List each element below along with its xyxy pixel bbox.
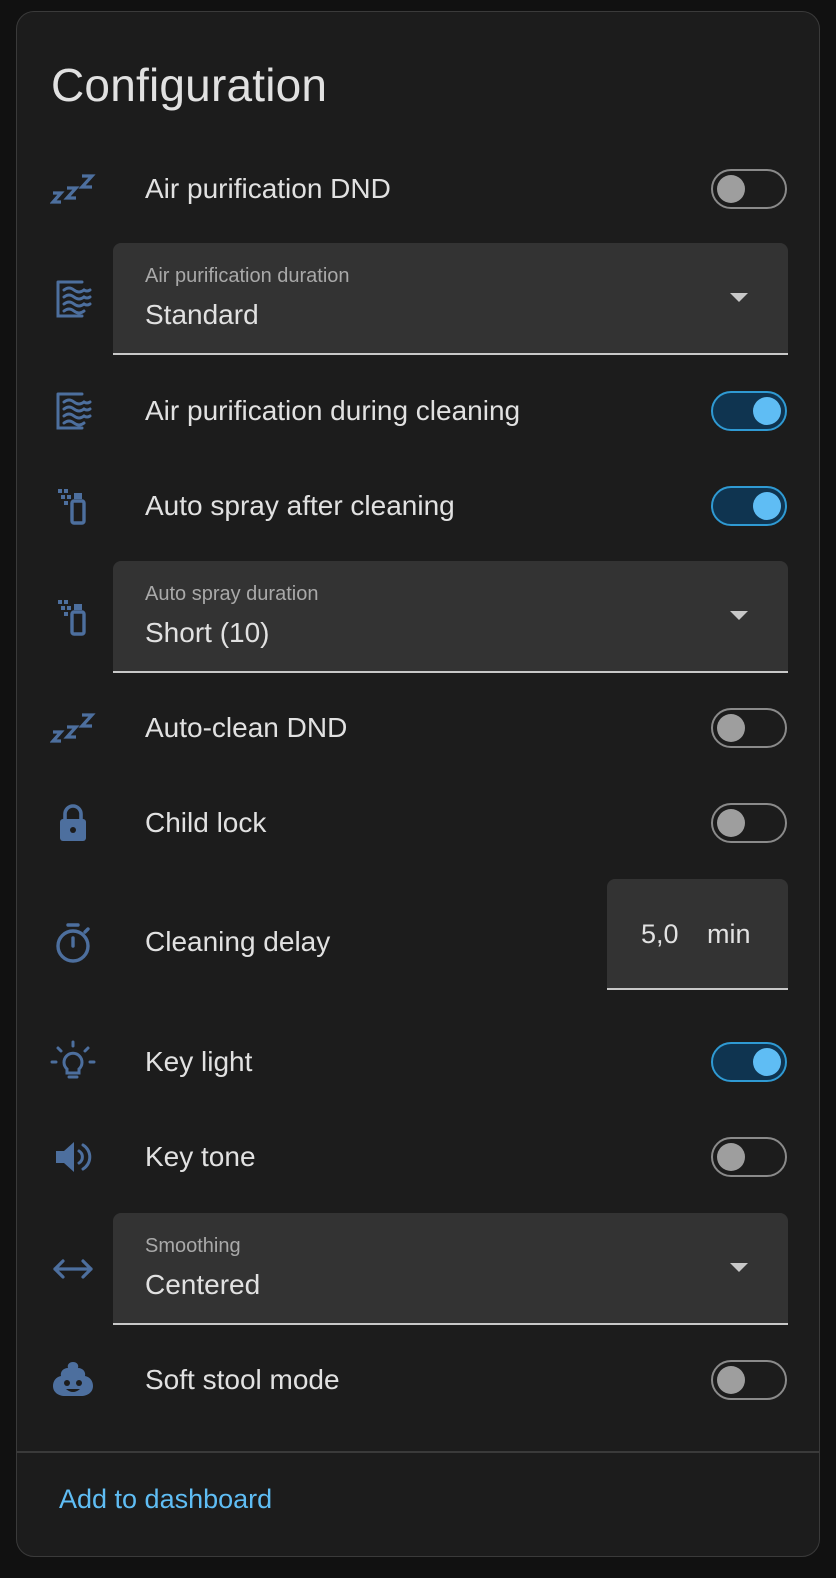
row-cleaning-delay: Cleaning delay 5,0 min	[17, 879, 819, 990]
air-filter-icon	[47, 273, 99, 325]
air-purification-duration-select[interactable]: Air purification duration Standard	[113, 243, 788, 355]
row-key-light: Key light	[17, 1036, 819, 1088]
row-child-lock: Child lock	[17, 797, 819, 849]
toggle-knob	[753, 492, 781, 520]
select-value: Standard	[145, 299, 259, 330]
air-purification-during-cleaning-toggle[interactable]	[711, 391, 787, 431]
row-smoothing: Smoothing Centered	[17, 1213, 819, 1325]
smoothing-select[interactable]: Smoothing Centered	[113, 1213, 788, 1325]
row-label: Air purification during cleaning	[145, 395, 521, 426]
select-label: Air purification duration	[145, 265, 350, 287]
toggle-knob	[717, 1366, 745, 1394]
arrow-left-right-icon	[47, 1243, 99, 1295]
cleaning-delay-input[interactable]: 5,0 min	[607, 879, 788, 990]
dropdown-arrow-icon[interactable]	[730, 1263, 748, 1272]
toggle-knob	[717, 1143, 745, 1171]
row-auto-spray-duration: Auto spray duration Short (10)	[17, 561, 819, 673]
emoticon-poop-icon	[47, 1354, 99, 1406]
row-air-purification-duration: Air purification duration Standard	[17, 243, 819, 355]
sleep-icon	[47, 163, 99, 215]
row-soft-stool-mode: Soft stool mode	[17, 1354, 819, 1406]
spray-icon	[47, 591, 99, 643]
row-auto-clean-dnd: Auto-clean DND	[17, 702, 819, 754]
key-light-toggle[interactable]	[711, 1042, 787, 1082]
soft-stool-mode-toggle[interactable]	[711, 1360, 787, 1400]
row-label: Air purification DND	[145, 173, 391, 204]
number-unit: min	[707, 919, 751, 949]
row-air-purification-dnd: Air purification DND	[17, 163, 819, 215]
auto-spray-duration-select[interactable]: Auto spray duration Short (10)	[113, 561, 788, 673]
lightbulb-icon	[47, 1036, 99, 1088]
row-label: Cleaning delay	[145, 926, 331, 957]
sleep-icon	[47, 702, 99, 754]
toggle-knob	[717, 175, 745, 203]
lock-icon	[47, 797, 99, 849]
volume-icon	[47, 1131, 99, 1183]
auto-clean-dnd-toggle[interactable]	[711, 708, 787, 748]
row-auto-spray-after-cleaning: Auto spray after cleaning	[17, 480, 819, 532]
row-label: Key tone	[145, 1141, 256, 1172]
footer-divider	[17, 1451, 819, 1453]
select-value: Centered	[145, 1269, 261, 1300]
row-label: Auto spray after cleaning	[145, 490, 455, 521]
row-air-purification-during-cleaning: Air purification during cleaning	[17, 385, 819, 437]
card-title: Configuration	[51, 59, 328, 111]
toggle-knob	[753, 1048, 781, 1076]
spray-icon	[47, 480, 99, 532]
dropdown-arrow-icon[interactable]	[730, 611, 748, 620]
toggle-knob	[753, 397, 781, 425]
air-filter-icon	[47, 385, 99, 437]
child-lock-toggle[interactable]	[711, 803, 787, 843]
toggle-knob	[717, 809, 745, 837]
row-label: Auto-clean DND	[145, 712, 348, 743]
key-tone-toggle[interactable]	[711, 1137, 787, 1177]
add-to-dashboard-button[interactable]: Add to dashboard	[59, 1484, 272, 1515]
select-label: Auto spray duration	[145, 583, 319, 605]
toggle-knob	[717, 714, 745, 742]
configuration-card: Configuration Air purification DND Air p…	[16, 11, 820, 1557]
dropdown-arrow-icon[interactable]	[730, 293, 748, 302]
air-purification-dnd-toggle[interactable]	[711, 169, 787, 209]
select-label: Smoothing	[145, 1235, 241, 1257]
row-label: Key light	[145, 1046, 253, 1077]
row-key-tone: Key tone	[17, 1131, 819, 1183]
select-value: Short (10)	[145, 617, 270, 648]
row-label: Child lock	[145, 807, 267, 838]
number-value: 5,0	[641, 919, 679, 949]
row-label: Soft stool mode	[145, 1364, 340, 1395]
auto-spray-after-cleaning-toggle[interactable]	[711, 486, 787, 526]
timer-icon	[47, 917, 99, 969]
